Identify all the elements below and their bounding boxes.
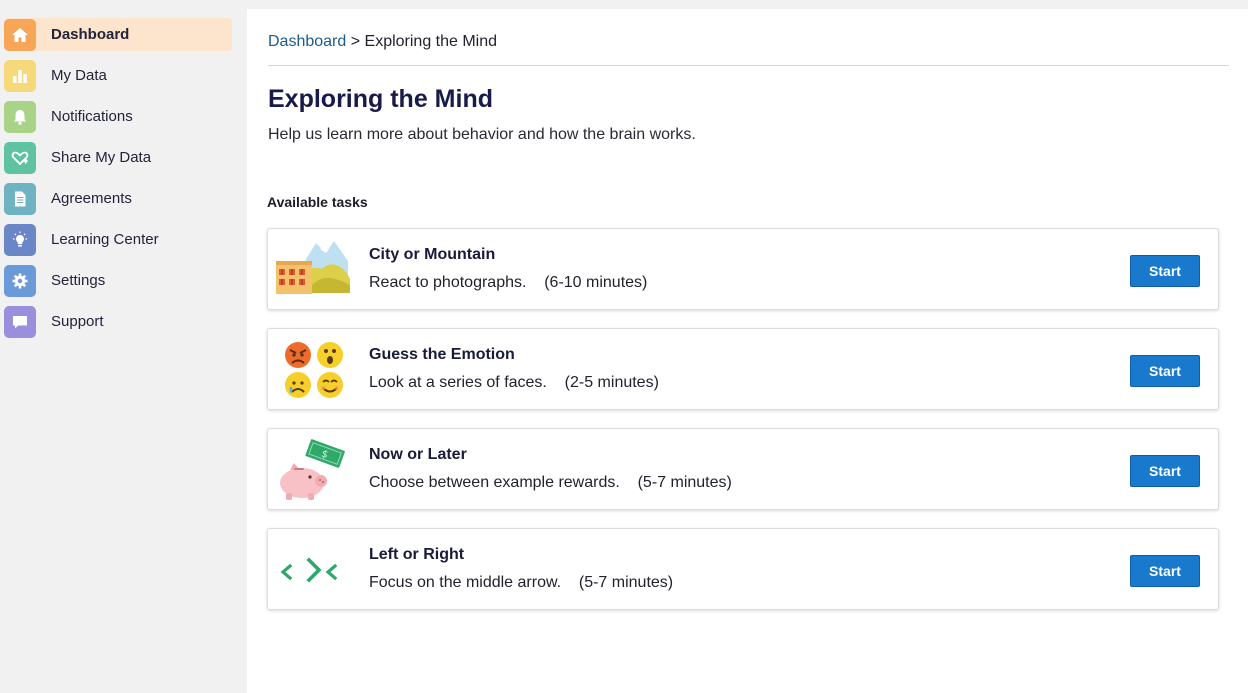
task-description: Look at a series of faces. (2-5 minutes) — [369, 374, 659, 391]
breadcrumb-link-dashboard[interactable]: Dashboard — [268, 33, 346, 50]
task-title: Left or Right — [369, 546, 465, 563]
sidebar-item-label: Notifications — [51, 108, 133, 125]
piggy-bank-illustration: $ — [276, 439, 354, 501]
breadcrumb: Dashboard > Exploring the Mind — [268, 33, 497, 51]
task-card-guess-the-emotion: Guess the Emotion Look at a series of fa… — [267, 328, 1219, 410]
sidebar-item-label: My Data — [51, 67, 107, 84]
bar-chart-icon — [4, 59, 36, 92]
document-icon — [4, 182, 36, 215]
arrows-illustration — [276, 539, 354, 601]
page-title: Exploring the Mind — [268, 85, 493, 113]
task-title: Now or Later — [369, 446, 467, 463]
heart-share-icon — [4, 141, 36, 174]
sidebar-item-share-my-data[interactable]: Share My Data — [4, 141, 232, 174]
task-title: City or Mountain — [369, 246, 496, 263]
task-card-city-or-mountain: City or Mountain React to photographs. (… — [267, 228, 1219, 310]
start-button[interactable]: Start — [1130, 455, 1200, 487]
home-icon — [4, 18, 36, 51]
chat-bubble-icon — [4, 305, 36, 338]
gear-icon — [4, 264, 36, 297]
sidebar-item-my-data[interactable]: My Data — [4, 59, 232, 92]
divider — [268, 65, 1229, 66]
sidebar-item-label: Support — [51, 313, 104, 330]
city-mountain-illustration — [276, 239, 354, 301]
sidebar-item-label: Settings — [51, 272, 106, 289]
main-content: Dashboard > Exploring the Mind Exploring… — [247, 9, 1248, 693]
sidebar-item-learning-center[interactable]: Learning Center — [4, 223, 232, 256]
task-card-now-or-later: $ Now or Later Choose between example re… — [267, 428, 1219, 510]
task-description: Choose between example rewards. (5-7 min… — [369, 474, 732, 491]
sidebar-item-label: Share My Data — [51, 149, 152, 166]
sidebar-item-label: Learning Center — [51, 231, 159, 248]
section-heading: Available tasks — [267, 194, 368, 210]
emotion-faces-illustration — [276, 339, 354, 401]
sidebar-item-label: Agreements — [51, 190, 132, 207]
sidebar-item-notifications[interactable]: Notifications — [4, 100, 232, 133]
task-title: Guess the Emotion — [369, 346, 515, 363]
page-subtitle: Help us learn more about behavior and ho… — [268, 126, 696, 143]
task-description: Focus on the middle arrow. (5-7 minutes) — [369, 574, 674, 591]
start-button[interactable]: Start — [1130, 555, 1200, 587]
start-button[interactable]: Start — [1130, 255, 1200, 287]
task-card-left-or-right: Left or Right Focus on the middle arrow.… — [267, 528, 1219, 610]
lightbulb-icon — [4, 223, 36, 256]
bell-icon — [4, 100, 36, 133]
task-description: React to photographs. (6-10 minutes) — [369, 274, 648, 291]
breadcrumb-current: Exploring the Mind — [364, 33, 498, 50]
breadcrumb-separator: > — [346, 33, 365, 50]
sidebar-item-settings[interactable]: Settings — [4, 264, 232, 297]
sidebar-item-agreements[interactable]: Agreements — [4, 182, 232, 215]
sidebar-item-label: Dashboard — [51, 26, 130, 43]
sidebar-item-support[interactable]: Support — [4, 305, 232, 338]
start-button[interactable]: Start — [1130, 355, 1200, 387]
sidebar-item-dashboard[interactable]: Dashboard — [4, 18, 232, 51]
sidebar: Dashboard My Data Notifications Share My… — [0, 0, 246, 693]
